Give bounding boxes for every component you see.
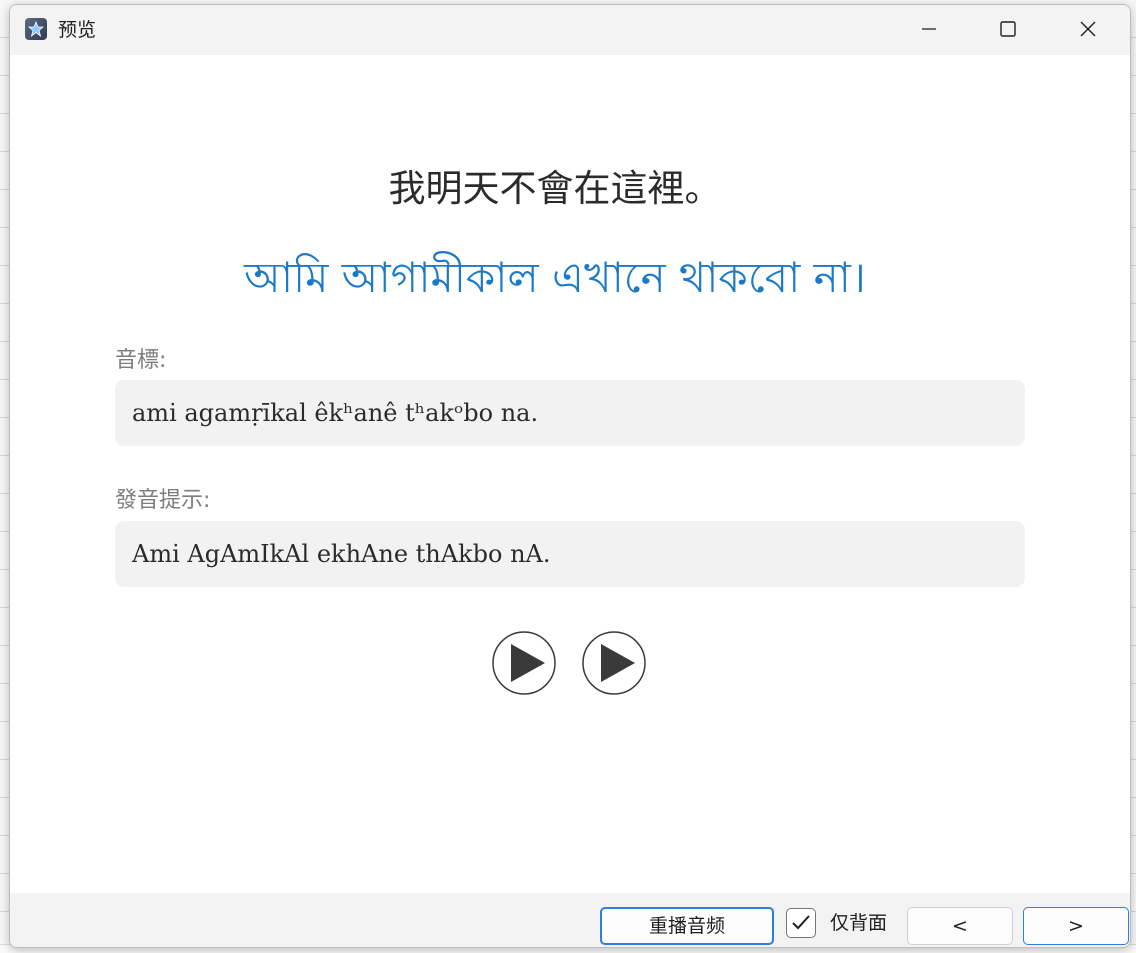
play-audio-button-2[interactable] xyxy=(582,631,646,695)
play-audio-button-1[interactable] xyxy=(492,631,556,695)
app-icon xyxy=(25,18,47,40)
window-title: 预览 xyxy=(58,19,97,41)
maximize-button[interactable] xyxy=(973,5,1043,55)
phonetic-label: 音標: xyxy=(115,348,167,373)
phonetic-value: ami agamṛīkal êkʰanê tʰakᵒbo na. xyxy=(132,399,539,427)
close-icon xyxy=(1080,21,1096,37)
play-icon xyxy=(492,631,556,695)
replay-audio-button[interactable]: 重播音频 xyxy=(600,907,774,945)
bottom-toolbar: 重播音频 仅背面 < > xyxy=(10,893,1130,947)
chinese-sentence: 我明天不會在這裡。 xyxy=(388,167,722,210)
phonetic-box: ami agamṛīkal êkʰanê tʰakᵒbo na. xyxy=(115,380,1025,446)
pronunciation-hint-label: 發音提示: xyxy=(115,488,211,513)
maximize-icon xyxy=(1000,21,1016,37)
card-preview: 我明天不會在這裡。 আমি আগামীকাল এখানে থাকবো না। 音… xyxy=(10,55,1130,893)
minimize-button[interactable] xyxy=(894,5,964,55)
pronunciation-hint-value: Ami AgAmIkAl ekhAne thAkbo nA. xyxy=(132,540,551,568)
previous-button[interactable]: < xyxy=(907,907,1013,945)
minimize-icon xyxy=(922,28,936,30)
next-button[interactable]: > xyxy=(1023,907,1129,945)
close-button[interactable] xyxy=(1053,5,1123,55)
back-only-label: 仅背面 xyxy=(830,912,888,934)
play-icon xyxy=(582,631,646,695)
title-bar: 预览 xyxy=(10,5,1130,55)
back-only-checkbox[interactable] xyxy=(786,908,816,938)
preview-window: 预览 我明天不會在這裡。 আমি আগামীকাল এখানে থাকবো না… xyxy=(9,4,1131,948)
pronunciation-hint-box: Ami AgAmIkAl ekhAne thAkbo nA. xyxy=(115,521,1025,587)
checkmark-icon xyxy=(792,915,810,930)
bengali-sentence: আমি আগামীকাল এখানে থাকবো না। xyxy=(244,253,866,302)
